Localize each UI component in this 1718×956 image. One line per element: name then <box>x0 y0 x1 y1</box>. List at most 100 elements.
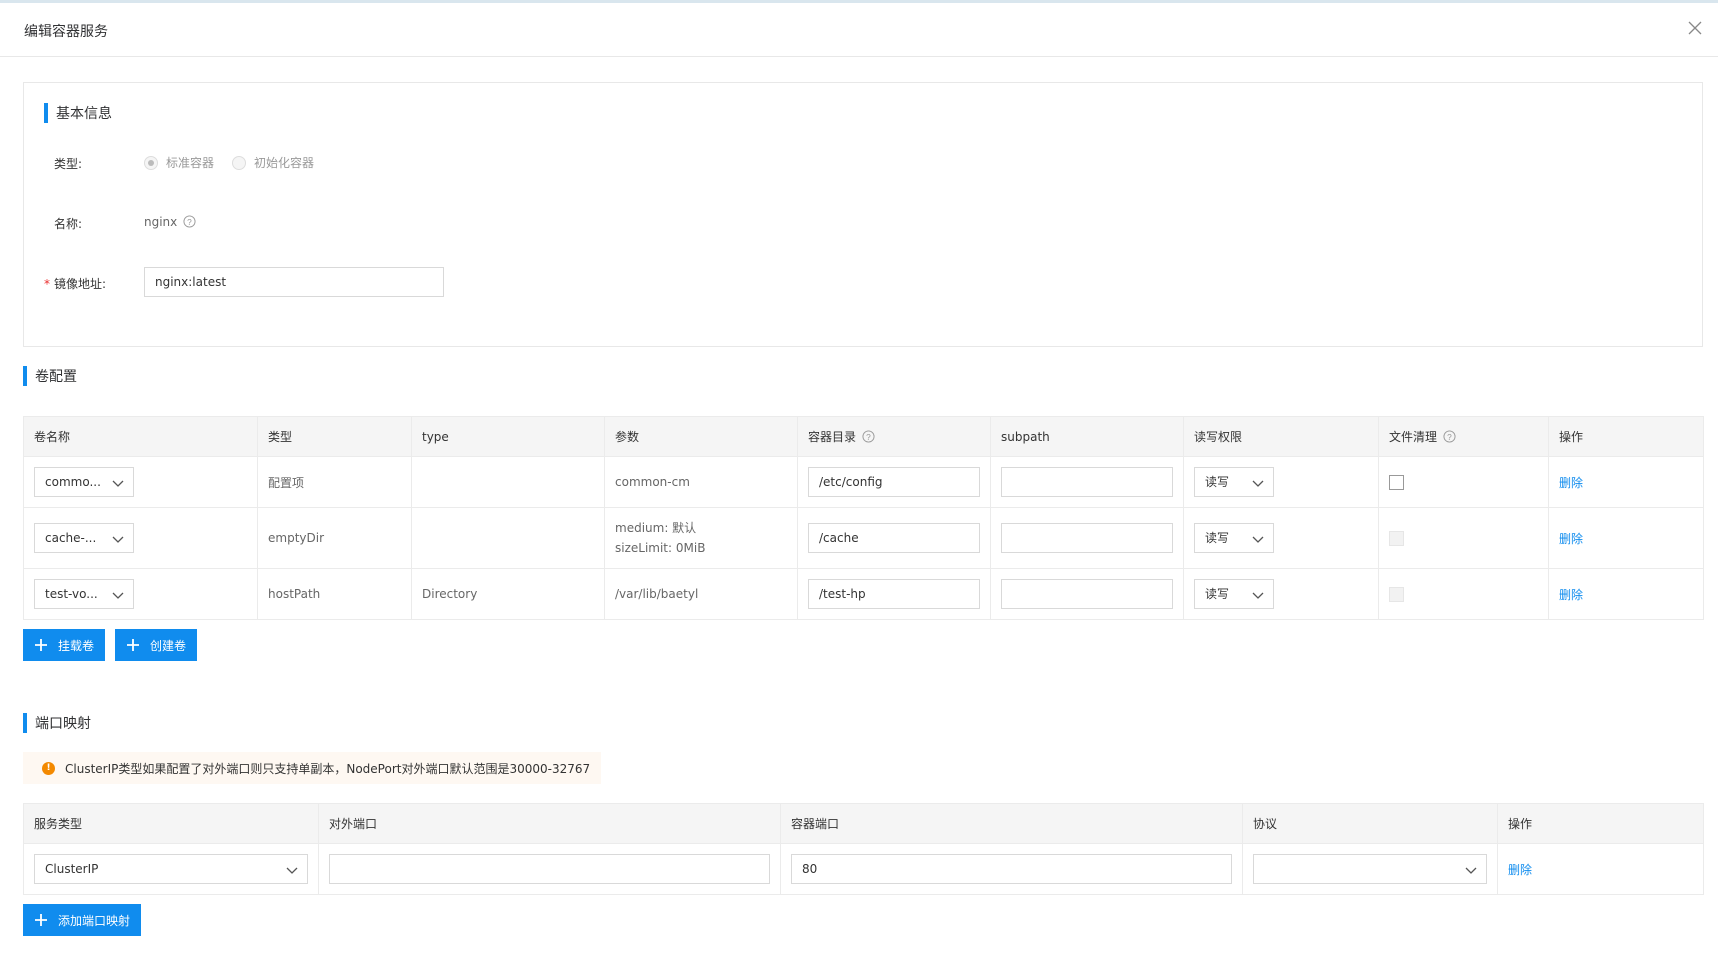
volume-name-select[interactable]: test-vo... <box>34 579 134 609</box>
table-row: ClusterIP 80 删除 <box>23 843 1704 895</box>
mount-volume-button[interactable]: 挂载卷 <box>23 629 106 661</box>
create-volume-button[interactable]: 创建卷 <box>115 629 198 661</box>
type-label: 类型: <box>54 157 83 171</box>
col-action: 操作 <box>1548 416 1704 457</box>
volume-kind: 配置项 <box>257 456 412 508</box>
plus-icon <box>35 639 47 651</box>
volume-kind: hostPath <box>257 568 412 620</box>
basic-info-card: 基本信息 类型: 标准容器 初始化容器 名称: nginx? * 镜像地址: ng… <box>23 82 1703 347</box>
subpath-input[interactable] <box>1001 467 1173 497</box>
chevron-down-icon <box>112 536 124 543</box>
mount-dir-input[interactable]: /test-hp <box>808 579 980 609</box>
dialog-title: 编辑容器服务 <box>24 24 108 40</box>
help-icon[interactable]: ? <box>183 215 196 228</box>
volume-name-select[interactable]: commo... <box>34 467 134 497</box>
volume-section-title: 卷配置 <box>23 366 77 386</box>
mount-dir-input[interactable]: /cache <box>808 523 980 553</box>
table-row: commo... 配置项 common-cm /etc/config 读写 删除 <box>23 456 1704 508</box>
svg-text:?: ? <box>1447 432 1452 442</box>
name-value: nginx <box>144 215 178 229</box>
permission-value: 读写 <box>1205 475 1230 489</box>
add-port-mapping-button[interactable]: 添加端口映射 <box>23 904 142 936</box>
col-type: type <box>411 416 605 457</box>
port-notice: ! ClusterIP类型如果配置了对外端口则只支持单副本，NodePort对外… <box>23 752 601 784</box>
col-params: 参数 <box>604 416 798 457</box>
image-label: 镜像地址: <box>54 277 107 291</box>
col-mount-dir-label: 容器目录 <box>808 430 857 444</box>
col-service-type: 服务类型 <box>23 803 319 844</box>
warning-icon: ! <box>42 761 55 775</box>
radio-init-container[interactable]: 初始化容器 <box>232 154 314 171</box>
volume-param-line: sizeLimit: 0MiB <box>615 541 706 555</box>
chevron-down-icon <box>286 867 298 874</box>
col-external-port: 对外端口 <box>318 803 781 844</box>
col-subpath: subpath <box>990 416 1184 457</box>
volume-param-line: /var/lib/baetyl <box>615 587 699 601</box>
basic-info-section-title: 基本信息 <box>44 103 112 123</box>
plus-icon <box>35 914 47 926</box>
image-label-wrapper: * 镜像地址: <box>44 275 106 292</box>
cleanup-checkbox <box>1389 586 1404 602</box>
col-permission: 读写权限 <box>1183 416 1379 457</box>
svg-text:?: ? <box>866 432 871 442</box>
cleanup-checkbox[interactable] <box>1389 474 1404 490</box>
subpath-input[interactable] <box>1001 523 1173 553</box>
port-table: 服务类型 对外端口 容器端口 协议 操作 ClusterIP 80 删除 <box>23 803 1704 895</box>
table-row: test-vo... hostPath Directory /var/lib/b… <box>23 568 1704 620</box>
svg-text:?: ? <box>187 217 192 227</box>
volume-type <box>411 456 605 508</box>
col-mount-dir: 容器目录? <box>797 416 991 457</box>
chevron-down-icon <box>112 480 124 487</box>
col-cleanup: 文件清理? <box>1378 416 1549 457</box>
permission-select[interactable]: 读写 <box>1194 467 1274 497</box>
volume-type: Directory <box>411 568 605 620</box>
image-address-input[interactable]: nginx:latest <box>144 267 444 297</box>
radio-init-label: 初始化容器 <box>254 156 315 170</box>
volume-param-line: common-cm <box>615 475 690 489</box>
chevron-down-icon <box>1465 867 1477 874</box>
permission-select[interactable]: 读写 <box>1194 523 1274 553</box>
required-mark: * <box>44 277 50 291</box>
mount-dir-input[interactable]: /etc/config <box>808 467 980 497</box>
volume-name-value: test-vo... <box>45 587 98 601</box>
port-section-title: 端口映射 <box>23 713 91 733</box>
help-icon[interactable]: ? <box>1443 430 1456 443</box>
col-port-action: 操作 <box>1497 803 1704 844</box>
close-icon[interactable] <box>1686 19 1704 37</box>
container-port-input[interactable]: 80 <box>791 854 1232 884</box>
volume-params: /var/lib/baetyl <box>604 568 798 620</box>
radio-standard-label: 标准容器 <box>166 156 215 170</box>
delete-link[interactable]: 删除 <box>1559 532 1583 546</box>
chevron-down-icon <box>1252 592 1264 599</box>
mount-volume-label: 挂载卷 <box>58 638 95 653</box>
col-protocol: 协议 <box>1242 803 1498 844</box>
protocol-select[interactable] <box>1253 854 1487 884</box>
col-kind: 类型 <box>257 416 412 457</box>
delete-link[interactable]: 删除 <box>1559 588 1583 602</box>
col-cleanup-label: 文件清理 <box>1389 430 1438 444</box>
delete-link[interactable]: 删除 <box>1559 476 1583 490</box>
service-type-value: ClusterIP <box>45 862 99 876</box>
table-row: cache-... emptyDir medium: 默认 sizeLimit: … <box>23 507 1704 569</box>
external-port-input[interactable] <box>329 854 770 884</box>
dialog-header: 编辑容器服务 <box>0 3 1718 57</box>
volume-type <box>411 507 605 569</box>
volume-params: medium: 默认 sizeLimit: 0MiB <box>604 507 798 569</box>
help-icon[interactable]: ? <box>862 430 875 443</box>
name-label: 名称: <box>54 217 83 231</box>
volume-name-value: cache-... <box>45 531 97 545</box>
cleanup-checkbox <box>1389 530 1404 546</box>
permission-value: 读写 <box>1205 531 1230 545</box>
chevron-down-icon <box>112 592 124 599</box>
permission-value: 读写 <box>1205 587 1230 601</box>
volume-name-select[interactable]: cache-... <box>34 523 134 553</box>
volume-params: common-cm <box>604 456 798 508</box>
radio-standard-container[interactable]: 标准容器 <box>144 154 214 171</box>
service-type-select[interactable]: ClusterIP <box>34 854 308 884</box>
chevron-down-icon <box>1252 480 1264 487</box>
volume-table: 卷名称 类型 type 参数 容器目录? subpath 读写权限 文件清理? … <box>23 416 1704 620</box>
permission-select[interactable]: 读写 <box>1194 579 1274 609</box>
subpath-input[interactable] <box>1001 579 1173 609</box>
delete-link[interactable]: 删除 <box>1508 863 1532 877</box>
col-volume-name: 卷名称 <box>23 416 258 457</box>
